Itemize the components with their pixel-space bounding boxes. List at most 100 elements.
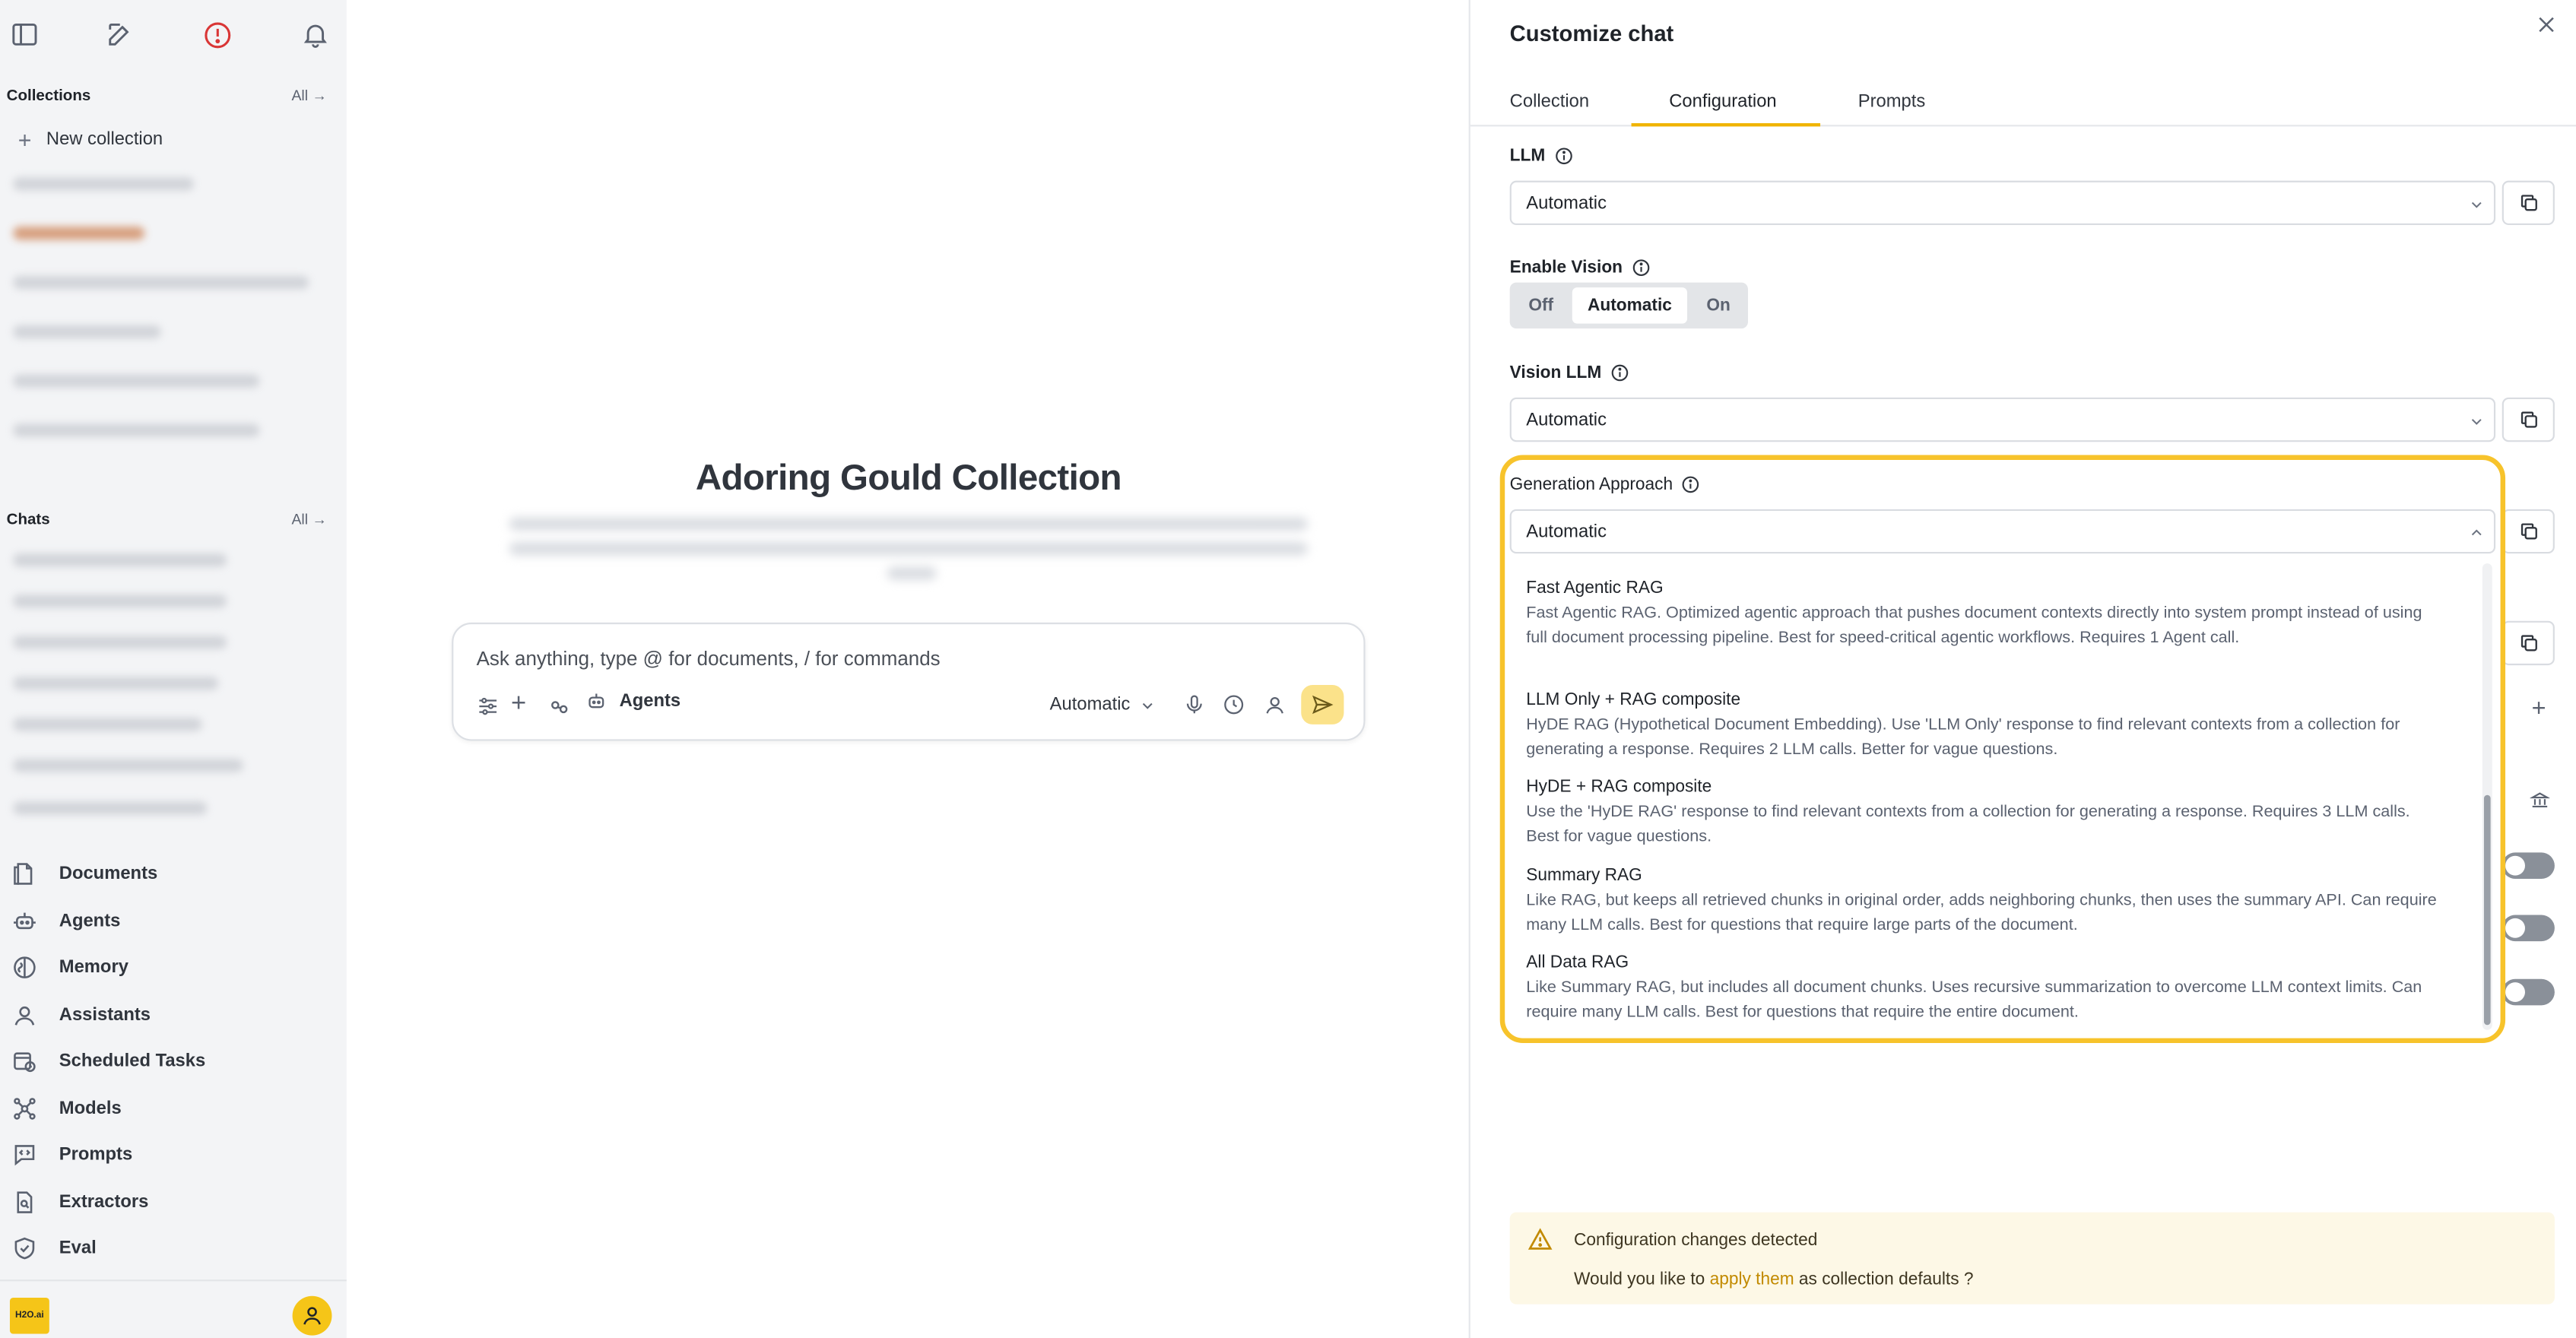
- collection-description: [509, 517, 1308, 531]
- copy-icon: [2520, 523, 2536, 540]
- list-item[interactable]: [13, 801, 208, 815]
- nav-item-eval[interactable]: Eval: [11, 1230, 333, 1267]
- document-icon: [11, 861, 38, 887]
- alert-icon[interactable]: [202, 20, 235, 52]
- apply-defaults-link[interactable]: apply them: [1710, 1270, 1794, 1289]
- assistant-icon[interactable]: [1264, 693, 1286, 716]
- close-icon[interactable]: [2535, 13, 2558, 36]
- list-item[interactable]: [13, 227, 145, 240]
- list-item[interactable]: [13, 636, 227, 649]
- nav-item-documents[interactable]: Documents: [11, 856, 333, 893]
- agents-button[interactable]: Agents: [585, 690, 680, 712]
- list-item[interactable]: [13, 325, 161, 339]
- user-icon: [303, 1307, 321, 1325]
- nav-item-models[interactable]: Models: [11, 1091, 333, 1127]
- send-button[interactable]: [1301, 685, 1344, 724]
- configuration-notice: Configuration changes detected Would you…: [1509, 1212, 2555, 1305]
- enable-vision-label: Enable Vision: [1510, 258, 1651, 277]
- llm-select[interactable]: Automatic: [1509, 180, 2496, 226]
- nav-item-memory[interactable]: Memory: [11, 950, 333, 986]
- list-item[interactable]: [13, 423, 260, 437]
- extractor-icon: [11, 1189, 38, 1216]
- chat-input[interactable]: Ask anything, type @ for documents, / fo…: [477, 647, 941, 670]
- option-summary-rag[interactable]: Summary RAG Like RAG, but keeps all retr…: [1526, 866, 2446, 938]
- notice-text: Would you like to apply them as collecti…: [1573, 1270, 1974, 1290]
- llm-label: LLM: [1510, 146, 1573, 166]
- panel-toggle-icon[interactable]: [10, 20, 43, 52]
- avatar[interactable]: [292, 1295, 332, 1336]
- generation-approach-select[interactable]: Automatic: [1509, 509, 2496, 554]
- info-icon[interactable]: [1553, 146, 1573, 166]
- copy-vision-llm-button[interactable]: [2501, 397, 2555, 442]
- tools-icon[interactable]: [547, 695, 572, 719]
- plus-icon[interactable]: +: [2532, 695, 2546, 723]
- plus-icon[interactable]: +: [511, 691, 526, 718]
- toggle-switch[interactable]: [2501, 915, 2555, 942]
- list-item[interactable]: [13, 594, 227, 608]
- model-select[interactable]: Automatic: [1050, 695, 1155, 715]
- toggle-switch[interactable]: [2501, 978, 2555, 1006]
- info-icon[interactable]: [1631, 258, 1651, 277]
- plus-icon: +: [17, 126, 32, 153]
- nav-item-prompts[interactable]: Prompts: [11, 1137, 333, 1173]
- microphone-icon[interactable]: [1183, 693, 1206, 716]
- option-llm-only-rag-composite[interactable]: LLM Only + RAG composite HyDE RAG (Hypot…: [1526, 690, 2446, 762]
- list-item[interactable]: [13, 677, 219, 690]
- vision-segmented-control: Off Automatic On: [1509, 282, 1748, 329]
- list-item[interactable]: [13, 275, 309, 290]
- tab-prompts[interactable]: Prompts: [1858, 92, 1926, 112]
- compose-icon[interactable]: [105, 20, 138, 52]
- page-title: Adoring Gould Collection: [695, 456, 1122, 498]
- new-collection-button[interactable]: + New collection: [18, 126, 163, 153]
- list-item[interactable]: [13, 374, 260, 388]
- vision-on-option[interactable]: On: [1694, 283, 1743, 328]
- h2o-logo[interactable]: H2O.ai: [9, 1297, 49, 1334]
- bank-icon[interactable]: [2530, 790, 2550, 810]
- tab-configuration[interactable]: Configuration: [1669, 92, 1776, 112]
- agent-icon: [11, 908, 38, 935]
- vision-llm-select[interactable]: Automatic: [1509, 397, 2496, 442]
- warning-icon: [1528, 1227, 1553, 1251]
- copy-generation-button[interactable]: [2501, 509, 2555, 554]
- info-icon[interactable]: [1610, 363, 1629, 383]
- sidebar: Collections All → + New collection Chats…: [0, 0, 347, 1338]
- option-hyde-rag-composite[interactable]: HyDE + RAG composite Use the 'HyDE RAG' …: [1526, 777, 2446, 849]
- nav-item-assistants[interactable]: Assistants: [11, 997, 333, 1034]
- list-item[interactable]: [13, 177, 194, 191]
- customize-chat-panel: Customize chat Collection Configuration …: [1468, 0, 2576, 1338]
- vision-off-option[interactable]: Off: [1516, 283, 1566, 328]
- bell-icon[interactable]: [300, 20, 333, 52]
- nav-item-agents[interactable]: Agents: [11, 903, 333, 940]
- nav-item-scheduled-tasks[interactable]: Scheduled Tasks: [11, 1043, 333, 1080]
- copy-llm-button[interactable]: [2501, 180, 2555, 226]
- chats-title: Chats: [6, 510, 50, 529]
- collection-description: [887, 566, 937, 580]
- list-item[interactable]: [13, 718, 202, 731]
- info-icon[interactable]: [1681, 474, 1701, 494]
- prompt-icon: [11, 1142, 38, 1168]
- list-item[interactable]: [13, 759, 243, 772]
- tab-collection[interactable]: Collection: [1510, 92, 1589, 112]
- toggle-switch[interactable]: [2501, 852, 2555, 879]
- memory-icon: [11, 954, 38, 981]
- assistant-icon: [11, 1002, 38, 1029]
- collection-description: [509, 542, 1308, 556]
- send-icon: [1312, 695, 1334, 715]
- dropdown-scrollbar-thumb[interactable]: [2483, 794, 2491, 1026]
- notice-title: Configuration changes detected: [1573, 1230, 1818, 1251]
- vision-automatic-option[interactable]: Automatic: [1572, 287, 1688, 324]
- shield-check-icon: [11, 1235, 38, 1262]
- copy-button[interactable]: [2501, 620, 2555, 666]
- nav-item-extractors[interactable]: Extractors: [11, 1184, 333, 1221]
- calendar-clock-icon: [11, 1048, 38, 1075]
- option-all-data-rag[interactable]: All Data RAG Like Summary RAG, but inclu…: [1526, 953, 2446, 1025]
- settings-sliders-icon[interactable]: [477, 695, 500, 718]
- clock-icon[interactable]: [1223, 693, 1245, 716]
- models-icon: [11, 1095, 38, 1122]
- list-item[interactable]: [13, 553, 227, 567]
- chats-all-link[interactable]: All →: [291, 511, 327, 528]
- collections-all-link[interactable]: All →: [291, 87, 327, 104]
- agent-icon: [585, 690, 608, 712]
- option-fast-agentic-rag[interactable]: Fast Agentic RAG Fast Agentic RAG. Optim…: [1526, 579, 2446, 651]
- copy-icon: [2520, 635, 2536, 652]
